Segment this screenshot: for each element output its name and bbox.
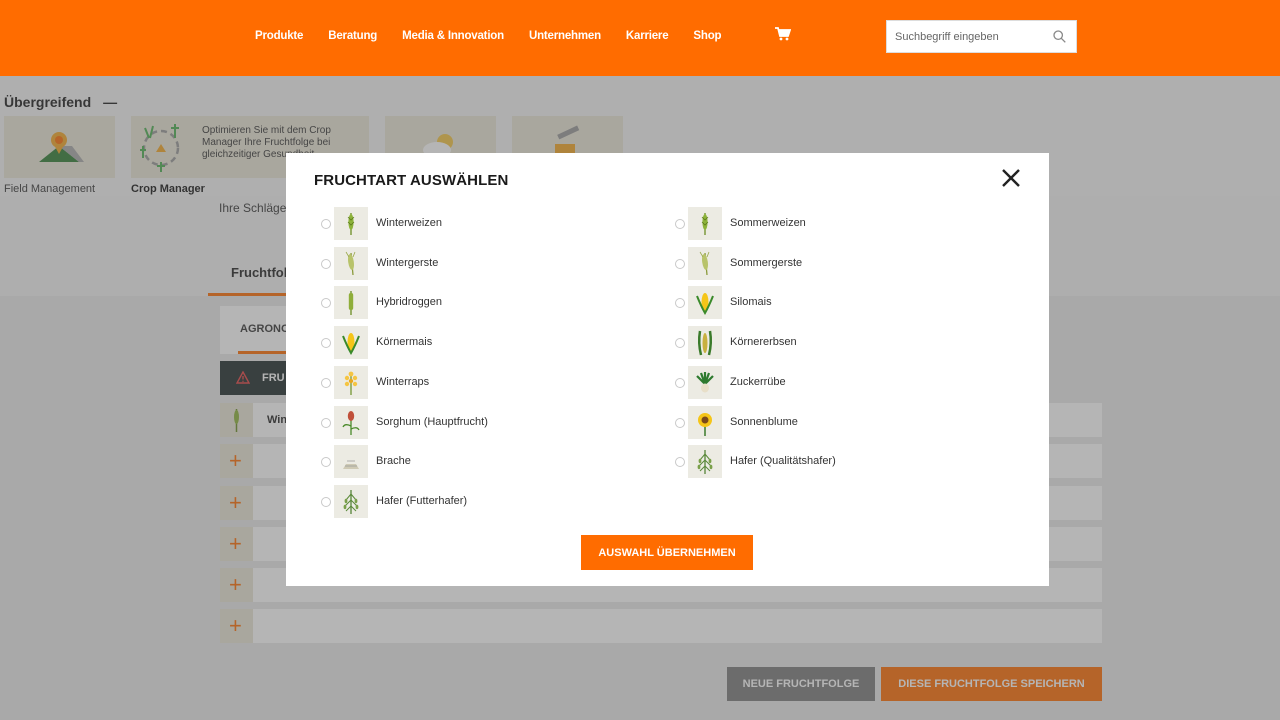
crop-radio[interactable] xyxy=(321,417,331,428)
cart-icon[interactable] xyxy=(775,27,791,41)
crop-option-label: Körnermais xyxy=(376,336,433,349)
crop-option[interactable]: Hafer (Futterhafer) xyxy=(321,484,641,519)
crop-radio[interactable] xyxy=(675,417,685,428)
crop-radio[interactable] xyxy=(321,496,331,507)
crop-option-label: Körnererbsen xyxy=(730,336,797,349)
crop-option-label: Silomais xyxy=(730,296,772,309)
modal-title: FRUCHTART AUSWÄHLEN xyxy=(314,172,509,189)
crop-option[interactable]: Hafer (Qualitätshafer) xyxy=(675,445,995,479)
crop-radio[interactable] xyxy=(675,457,685,468)
sorghum-icon xyxy=(342,410,360,435)
crop-option[interactable]: Sommergerste xyxy=(675,246,995,281)
pea-icon xyxy=(697,330,713,356)
crop-thumbnail xyxy=(334,326,368,360)
crop-option-label: Zuckerrübe xyxy=(730,375,786,388)
wheat-icon xyxy=(701,213,709,235)
crop-thumbnail xyxy=(688,365,722,399)
crop-radio[interactable] xyxy=(321,219,331,229)
crop-radio[interactable] xyxy=(675,258,685,269)
crop-radio[interactable] xyxy=(321,377,331,388)
crop-thumbnail xyxy=(334,445,368,479)
apply-selection-button[interactable]: AUSWAHL ÜBERNEHMEN xyxy=(581,535,753,570)
crop-thumbnail xyxy=(688,326,722,360)
crop-option-label: Wintergerste xyxy=(376,256,439,269)
crop-option[interactable]: Silomais xyxy=(675,286,995,320)
nav-shop[interactable]: Shop xyxy=(693,30,721,42)
corn-icon xyxy=(342,333,360,356)
nav-media-innovation[interactable]: Media & Innovation xyxy=(402,30,504,42)
crop-radio[interactable] xyxy=(321,298,331,309)
crop-option[interactable]: Körnermais xyxy=(321,326,641,360)
main-nav: Produkte Beratung Media & Innovation Unt… xyxy=(255,30,746,42)
crop-thumbnail xyxy=(334,484,368,518)
crop-radio[interactable] xyxy=(675,298,685,309)
crop-thumbnail xyxy=(334,286,368,320)
crop-option-label: Winterweizen xyxy=(376,217,443,229)
crop-radio[interactable] xyxy=(321,457,331,468)
wheat-icon xyxy=(347,213,355,235)
crop-option[interactable]: Sommerweizen xyxy=(675,207,995,241)
nav-unternehmen[interactable]: Unternehmen xyxy=(529,30,601,42)
crop-select-modal: FRUCHTART AUSWÄHLEN Winterweizen Winterge… xyxy=(286,153,1049,586)
crop-option-label: Hybridroggen xyxy=(376,296,443,309)
crop-radio[interactable] xyxy=(321,258,331,269)
crop-option-label: Winterraps xyxy=(376,375,430,388)
crop-option-label: Sonnenblume xyxy=(730,415,798,428)
barley-icon xyxy=(699,251,710,275)
nav-beratung[interactable]: Beratung xyxy=(328,30,377,42)
crop-option[interactable]: Winterweizen xyxy=(321,207,641,241)
rapeseed-icon xyxy=(344,371,358,395)
crop-option[interactable]: Zuckerrübe xyxy=(675,365,995,400)
crop-thumbnail xyxy=(334,365,368,399)
crop-option[interactable]: Brache xyxy=(321,445,641,479)
crop-thumbnail xyxy=(334,246,368,280)
site-header: Produkte Beratung Media & Innovation Unt… xyxy=(0,0,1280,76)
crop-option-label: Hafer (Futterhafer) xyxy=(376,494,468,507)
crop-radio[interactable] xyxy=(675,377,685,388)
search-box xyxy=(886,20,1077,53)
sugarbeet-icon xyxy=(696,371,714,393)
crop-thumbnail xyxy=(334,405,368,439)
crop-option-label: Brache xyxy=(376,455,411,468)
crop-radio[interactable] xyxy=(321,338,331,349)
crop-radio[interactable] xyxy=(675,338,685,349)
search-input[interactable] xyxy=(887,21,1047,52)
barley-icon xyxy=(345,251,356,275)
crop-option-label: Hafer (Qualitätshafer) xyxy=(730,455,836,468)
crop-option-label: Sommerweizen xyxy=(730,217,806,229)
crop-option[interactable]: Sonnenblume xyxy=(675,405,995,440)
crop-option[interactable]: Winterraps xyxy=(321,365,641,400)
nav-produkte[interactable]: Produkte xyxy=(255,30,303,42)
close-icon[interactable] xyxy=(1000,167,1022,189)
crop-thumbnail xyxy=(688,246,722,280)
crop-option-label: Sorghum (Hauptfrucht) xyxy=(376,415,488,428)
crop-thumbnail xyxy=(334,207,368,240)
crop-thumbnail xyxy=(688,207,722,240)
fallow-icon xyxy=(343,460,359,470)
crop-option[interactable]: Körnererbsen xyxy=(675,326,995,360)
oat-icon xyxy=(343,489,359,514)
corn-icon xyxy=(696,293,714,316)
crop-option[interactable]: Wintergerste xyxy=(321,246,641,281)
oat-icon xyxy=(697,450,713,475)
crop-thumbnail xyxy=(688,405,722,439)
nav-karriere[interactable]: Karriere xyxy=(626,30,669,42)
crop-option-label: Sommergerste xyxy=(730,256,803,269)
crop-option[interactable]: Hybridroggen xyxy=(321,286,641,320)
sunflower-icon xyxy=(698,412,712,436)
crop-option[interactable]: Sorghum (Hauptfrucht) xyxy=(321,405,641,440)
search-icon[interactable] xyxy=(1053,30,1066,43)
crop-thumbnail xyxy=(688,286,722,320)
rye-icon xyxy=(348,291,354,316)
crop-thumbnail xyxy=(688,445,722,479)
crop-radio[interactable] xyxy=(675,219,685,229)
